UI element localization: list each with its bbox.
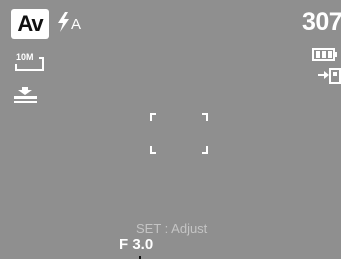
adjust-hint: SET : Adjust <box>136 221 208 236</box>
internal-memory-icon <box>318 68 341 84</box>
image-size-indicator: 10M <box>15 52 45 72</box>
image-stabilization-icon <box>14 87 37 103</box>
stabilization-indicator <box>14 86 38 104</box>
shots-remaining: 307 <box>302 8 341 36</box>
shooting-mode-badge[interactable]: Av <box>11 9 49 39</box>
camera-viewfinder: Av A 307 10M SET: Adjust F 3.0 <box>0 0 341 259</box>
shooting-mode-label: Av <box>17 11 43 36</box>
focus-frame-icon <box>150 113 208 154</box>
battery-icon <box>312 48 337 61</box>
flash-mode-indicator[interactable]: A <box>55 11 89 33</box>
focus-frame <box>150 113 208 154</box>
battery-indicator <box>312 48 338 62</box>
flash-mode-label: A <box>71 16 81 33</box>
storage-indicator <box>318 68 341 84</box>
flash-auto-icon: A <box>58 12 81 33</box>
image-size-icon <box>15 57 44 71</box>
aperture-value[interactable]: F 3.0 <box>119 236 153 253</box>
